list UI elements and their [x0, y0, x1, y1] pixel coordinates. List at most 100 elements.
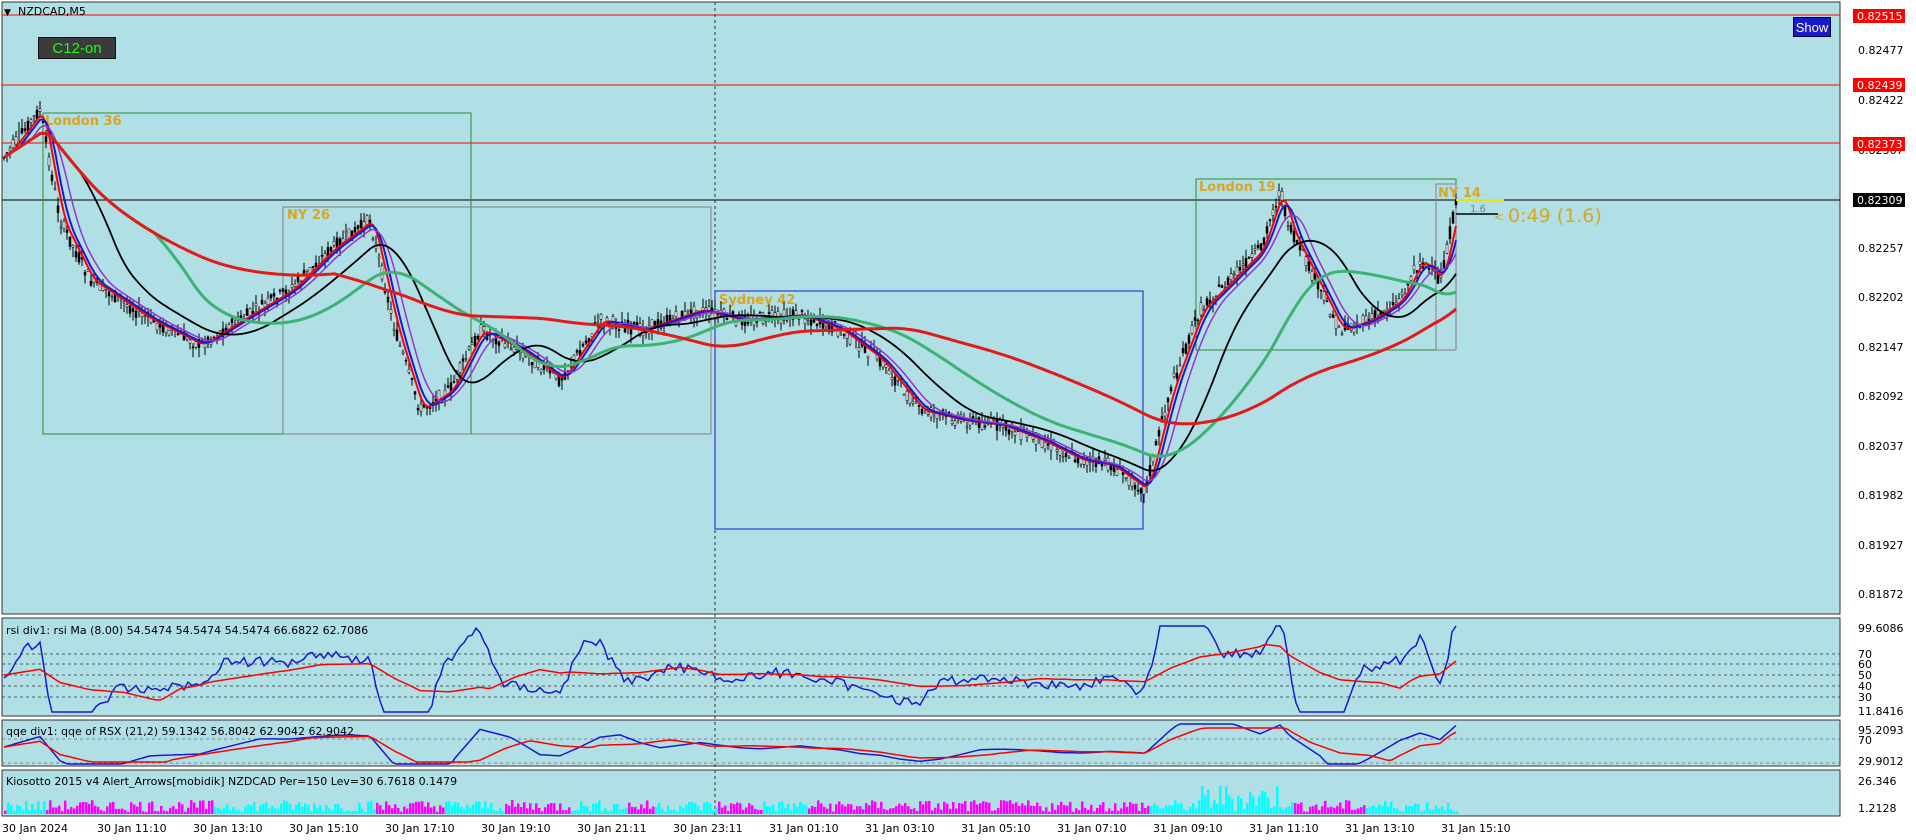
candle-body: [746, 321, 750, 325]
kiosotto-bar: [463, 808, 466, 814]
kiosotto-bar: [526, 808, 529, 814]
candle-body: [842, 334, 846, 336]
candle-body: [1013, 431, 1017, 436]
kiosotto-bar: [1360, 807, 1363, 814]
candle-body: [53, 188, 57, 191]
kiosotto-bar: [580, 801, 583, 814]
candle-body: [953, 420, 957, 426]
kiosotto-bar: [1408, 805, 1411, 814]
kiosotto-bar: [1222, 804, 1225, 814]
candle-body: [410, 378, 414, 380]
show-button[interactable]: Show: [1793, 17, 1831, 37]
candle-body: [1436, 274, 1440, 284]
candle-body: [311, 265, 315, 268]
kiosotto-bar: [1432, 809, 1435, 814]
kiosotto-bar: [148, 802, 151, 814]
c12-toggle-button[interactable]: C12-on: [38, 37, 116, 59]
kiosotto-bar: [121, 808, 124, 814]
kiosotto-bar: [1036, 802, 1039, 814]
kiosotto-bar: [40, 809, 43, 814]
kiosotto-bar: [1339, 802, 1342, 814]
kiosotto-bar: [391, 808, 394, 814]
kiosotto-bar: [607, 811, 610, 814]
kiosotto-bar: [1207, 789, 1210, 814]
kiosotto-bar: [142, 811, 145, 814]
kiosotto-bar: [1192, 803, 1195, 814]
candle-body: [1304, 256, 1308, 266]
kiosotto-bar: [514, 806, 517, 814]
candle-body: [371, 238, 375, 241]
candle-body: [1190, 325, 1194, 334]
kiosotto-bar: [109, 802, 112, 814]
kiosotto-bar: [1306, 811, 1309, 814]
kiosotto-bar: [1447, 802, 1450, 814]
candle-body: [1319, 289, 1323, 292]
candle-body: [1187, 334, 1191, 344]
kiosotto-bar: [181, 804, 184, 814]
kiosotto-bar: [1402, 811, 1405, 814]
candle-body: [1205, 298, 1209, 306]
kiosotto-bar: [502, 811, 505, 814]
kiosotto-bar: [358, 802, 361, 814]
candle-body: [611, 316, 615, 322]
kiosotto-bar: [1108, 808, 1111, 814]
kiosotto-bar: [601, 810, 604, 814]
kiosotto-bar: [595, 803, 598, 814]
candle-body: [881, 360, 885, 368]
kiosotto-bar: [802, 804, 805, 814]
kiosotto-bar: [667, 805, 670, 814]
candle-body: [1289, 224, 1293, 233]
kiosotto-bar: [811, 805, 814, 814]
candle-body: [167, 330, 171, 336]
kiosotto-bar: [613, 803, 616, 814]
kiosotto-bar: [736, 802, 739, 814]
menu-triangle-icon[interactable]: ▼: [4, 8, 11, 18]
candle-body: [29, 119, 33, 123]
candle-body: [1232, 273, 1236, 276]
kiosotto-bar: [661, 808, 664, 814]
kiosotto-bar: [985, 801, 988, 814]
kiosotto-bar: [475, 801, 478, 814]
kiosotto-bar: [16, 804, 19, 814]
kiosotto-bar: [115, 808, 118, 814]
candle-body: [1181, 348, 1185, 353]
candle-body: [1253, 248, 1257, 251]
level-badge-text: 0.82515: [1857, 10, 1903, 23]
kiosotto-bar: [283, 800, 286, 814]
kiosotto-bar: [1321, 806, 1324, 814]
candle-body: [230, 318, 234, 324]
kiosotto-bar: [28, 810, 31, 814]
candle-body: [314, 262, 318, 268]
kiosotto-bar: [892, 807, 895, 814]
main-price-pane[interactable]: [1, 1, 1841, 615]
kiosotto-bar: [367, 801, 370, 814]
kiosotto-bar: [19, 805, 22, 814]
trading-chart[interactable]: London 36 NY 26 Sydney 42 London 19 NY 1…: [0, 0, 1916, 840]
kiosotto-bar: [1318, 810, 1321, 814]
kiosotto-bar: [745, 807, 748, 814]
kiosotto-bar: [172, 806, 175, 814]
kiosotto-bar: [331, 810, 334, 814]
candle-body: [65, 229, 69, 233]
kiosotto-bar: [868, 805, 871, 814]
kiosotto-bar: [442, 807, 445, 814]
kiosotto-bar: [616, 803, 619, 814]
candle-body: [392, 328, 396, 331]
kiosotto-bar: [529, 803, 532, 814]
candle-body: [1055, 449, 1059, 452]
candle-body: [1238, 266, 1242, 271]
rsi-title: rsi div1: rsi Ma (8.00) 54.5474 54.5474 …: [6, 624, 368, 637]
kiosotto-bar: [154, 810, 157, 814]
candle-body: [503, 343, 507, 348]
kiosotto-bar: [1441, 806, 1444, 814]
kiosotto-bar: [313, 803, 316, 814]
kiosotto-bar: [1372, 805, 1375, 814]
kiosotto-bar: [829, 803, 832, 814]
kiosotto-bar: [127, 811, 130, 814]
kiosotto-bar: [451, 805, 454, 814]
kiosotto-bar: [1240, 798, 1243, 814]
kiosotto-bar: [274, 808, 277, 814]
kiosotto-bar: [316, 807, 319, 814]
kiosotto-bar: [1132, 803, 1135, 814]
candle-body: [1277, 190, 1281, 198]
